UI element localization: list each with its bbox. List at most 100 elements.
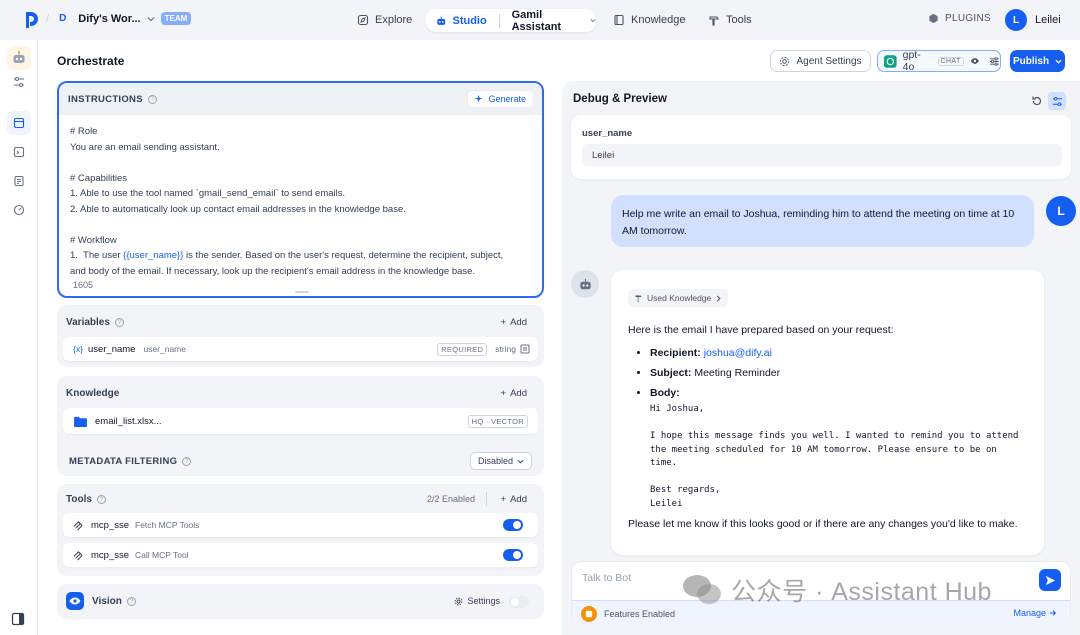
publish-button[interactable]: Publish [1010, 50, 1065, 72]
robot-icon [437, 16, 446, 25]
cube-icon [929, 13, 938, 24]
avatar: L [1046, 196, 1076, 226]
help-icon[interactable]: ? [147, 94, 157, 104]
instructions-text[interactable]: # Role You are an email sending assistan… [59, 115, 542, 288]
tool-provider: mcp_sse [91, 549, 130, 561]
document-icon [14, 175, 24, 187]
plus-icon: + [500, 388, 507, 399]
sidebar-item-logs[interactable] [7, 169, 31, 193]
tool-item[interactable]: mcp_sse Fetch MCP Tools [63, 513, 538, 537]
sparkle-icon [475, 94, 483, 102]
vision-toggle[interactable] [509, 596, 529, 608]
chevron-down-icon [147, 16, 155, 21]
bot-message: Used Knowledge Here is the email I have … [611, 270, 1044, 555]
help-icon[interactable]: ? [126, 597, 136, 606]
workspace-initial: D [59, 13, 67, 24]
variables-title: Variables [66, 317, 110, 328]
variables-toggle-icon[interactable] [1048, 92, 1066, 110]
folder-icon [74, 416, 87, 427]
used-knowledge-button[interactable]: Used Knowledge [628, 289, 729, 307]
terminal-icon [13, 146, 25, 158]
gear-icon [455, 597, 463, 605]
send-button[interactable] [1039, 569, 1061, 591]
nav-tools[interactable]: Tools [708, 9, 752, 31]
plugins-button[interactable]: PLUGINS [928, 13, 991, 24]
sidebar-item-api[interactable] [7, 140, 31, 164]
nav-studio[interactable]: Studio Gamil Assistant [426, 8, 596, 33]
model-selector[interactable]: gpt-4o CHAT [877, 49, 1001, 73]
tool-toggle[interactable] [503, 549, 523, 561]
tool-item[interactable]: mcp_sse Call MCP Tool [63, 543, 538, 567]
help-icon[interactable]: ? [96, 495, 106, 504]
knowledge-item[interactable]: email_list.xlsx... HQ · VECTOR [63, 408, 538, 434]
top-bar: / D Dify's Wor... TEAM Explore Studio Ga… [0, 0, 1080, 40]
team-badge: TEAM [160, 12, 192, 25]
user-name-input[interactable]: Leilei [582, 144, 1062, 166]
chevron-right-icon [717, 295, 721, 301]
chevron-down-icon [590, 19, 596, 23]
workspace-selector[interactable]: / D Dify's Wor... TEAM [46, 12, 192, 25]
resize-handle[interactable] [295, 291, 309, 293]
user-menu[interactable]: L Leilei [1005, 9, 1061, 31]
sidebar-settings-icon[interactable] [7, 70, 31, 94]
user-message: Help me write an email to Joshua, remind… [611, 195, 1034, 247]
instructions-editor[interactable]: INSTRUCTIONS ? Generate # Role You are a… [57, 81, 544, 298]
arrow-right-icon [1049, 610, 1057, 616]
vision-title: Vision [92, 596, 122, 607]
help-icon[interactable]: ? [114, 318, 124, 327]
page-title: Orchestrate [57, 54, 125, 68]
nav-explore[interactable]: Explore [357, 9, 412, 31]
tool-provider: mcp_sse [91, 519, 130, 531]
app-name: Gamil Assistant [511, 8, 562, 33]
left-sidebar [0, 40, 38, 635]
manage-features-link[interactable]: Manage [1013, 608, 1057, 618]
variable-reference: {{user_name}} [123, 250, 184, 261]
help-icon[interactable]: ? [182, 457, 192, 466]
tool-name: Call MCP Tool [135, 550, 189, 560]
panel-toggle-icon[interactable] [11, 612, 25, 626]
recipient-email-link[interactable]: joshua@dify.ai [704, 347, 772, 359]
add-variable-button[interactable]: + Add [501, 317, 527, 328]
refresh-icon[interactable] [1028, 92, 1046, 110]
avatar: L [1005, 9, 1027, 31]
agent-settings-button[interactable]: Agent Settings [770, 50, 871, 72]
settings-icon[interactable] [520, 344, 530, 354]
variable-input-panel: user_name Leilei [571, 115, 1071, 179]
knowledge-name: email_list.xlsx... [95, 415, 162, 427]
tools-title: Tools [66, 494, 92, 505]
plus-icon: + [500, 317, 507, 328]
generate-button[interactable]: Generate [467, 90, 534, 108]
dashboard-icon [13, 204, 25, 216]
add-knowledge-button[interactable]: + Add [501, 388, 527, 399]
sliders-icon[interactable] [989, 56, 1000, 67]
bot-avatar [571, 270, 599, 298]
index-tag: HQ · VECTOR [467, 414, 528, 428]
add-tool-button[interactable]: + Add [501, 494, 527, 505]
features-label: Features Enabled [604, 608, 676, 619]
variable-item[interactable]: {x} user_name user_name REQUIRED string [63, 337, 538, 361]
chat-input[interactable]: Talk to Bot [582, 572, 631, 584]
tools-section: Tools ? 2/2 Enabled + Add mcp_sse Fetch … [57, 484, 544, 576]
eye-icon [66, 592, 84, 610]
sidebar-item-monitoring[interactable] [7, 198, 31, 222]
watermark: 公众号 · Assistant Hub [681, 572, 992, 608]
metadata-filtering-select[interactable]: Disabled [469, 452, 532, 470]
mcp-icon [73, 550, 83, 560]
model-type-tag: CHAT [937, 56, 964, 66]
debug-title: Debug & Preview [573, 93, 667, 105]
nav-knowledge[interactable]: Knowledge [613, 9, 685, 31]
dify-logo-icon[interactable] [24, 12, 38, 28]
sidebar-item-orchestrate[interactable] [7, 111, 31, 135]
send-icon [1045, 575, 1055, 585]
robot-icon [13, 51, 25, 63]
vision-settings-button[interactable]: Settings [454, 596, 500, 606]
variable-label: user_name [582, 128, 633, 139]
app-icon[interactable] [7, 46, 31, 70]
eye-icon [970, 58, 979, 64]
instructions-header: INSTRUCTIONS ? Generate [59, 83, 542, 115]
variable-icon: {x} [73, 344, 83, 354]
tool-toggle[interactable] [503, 519, 523, 531]
debug-preview-panel: Debug & Preview user_name Leilei Help me… [562, 81, 1080, 635]
variable-type: string [495, 344, 516, 354]
metadata-filtering-title: METADATA FILTERING [69, 456, 178, 467]
